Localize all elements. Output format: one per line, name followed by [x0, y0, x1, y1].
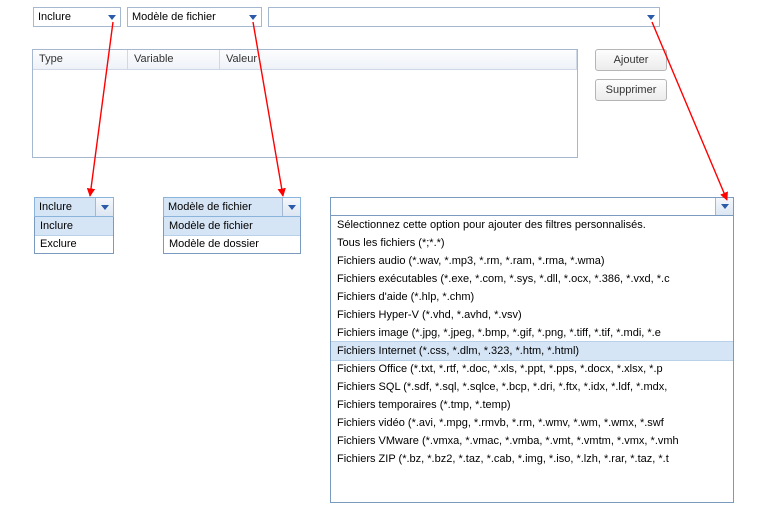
dropdown-arrow-icon [245, 8, 261, 26]
add-button[interactable]: Ajouter [595, 49, 667, 71]
filter-option[interactable]: Sélectionnez cette option pour ajouter d… [331, 216, 733, 234]
filter-option[interactable]: Fichiers VMware (*.vmxa, *.vmac, *.vmba,… [331, 432, 733, 450]
remove-button-label: Supprimer [606, 84, 657, 96]
type-dropdown-selected-label: Inclure [39, 201, 72, 213]
filter-option[interactable]: Fichiers audio (*.wav, *.mp3, *.rm, *.ra… [331, 252, 733, 270]
type-combo[interactable]: Inclure [33, 7, 121, 27]
dropdown-arrow-icon [643, 8, 659, 26]
dropdown-arrow-icon [104, 8, 120, 26]
filter-listbox-header[interactable] [331, 198, 733, 216]
filters-table[interactable]: Type Variable Valeur [32, 49, 578, 158]
filter-option[interactable]: Fichiers ZIP (*.bz, *.bz2, *.taz, *.cab,… [331, 450, 733, 468]
model-combo-value: Modèle de fichier [132, 11, 216, 23]
filter-option[interactable]: Fichiers d'aide (*.hlp, *.chm) [331, 288, 733, 306]
type-option-inclure[interactable]: Inclure [35, 216, 113, 236]
type-combo-value: Inclure [38, 11, 71, 23]
filter-listbox[interactable]: Sélectionnez cette option pour ajouter d… [330, 197, 734, 503]
dropdown-arrow-icon [715, 198, 733, 215]
model-dropdown-selected[interactable]: Modèle de fichier [163, 197, 301, 217]
type-option-exclure[interactable]: Exclure [35, 235, 113, 253]
type-dropdown-selected[interactable]: Inclure [34, 197, 114, 217]
model-option-dossier[interactable]: Modèle de dossier [164, 235, 300, 253]
model-dropdown-open[interactable]: Modèle de fichier Modèle de fichier Modè… [163, 197, 301, 254]
col-type: Type [33, 50, 128, 69]
dropdown-arrow-icon [95, 198, 113, 216]
filter-option[interactable]: Fichiers temporaires (*.tmp, *.temp) [331, 396, 733, 414]
filter-combo[interactable] [268, 7, 660, 27]
type-dropdown-open[interactable]: Inclure Inclure Exclure [34, 197, 114, 254]
remove-button[interactable]: Supprimer [595, 79, 667, 101]
model-combo[interactable]: Modèle de fichier [127, 7, 262, 27]
dropdown-arrow-icon [282, 198, 300, 216]
filter-option[interactable]: Fichiers Hyper-V (*.vhd, *.avhd, *.vsv) [331, 306, 733, 324]
table-header: Type Variable Valeur [33, 50, 577, 70]
add-button-label: Ajouter [614, 54, 649, 66]
filter-option[interactable]: Fichiers Internet (*.css, *.dlm, *.323, … [331, 341, 733, 361]
filter-listbox-body: Sélectionnez cette option pour ajouter d… [331, 216, 733, 468]
filter-option[interactable]: Fichiers image (*.jpg, *.jpeg, *.bmp, *.… [331, 324, 733, 342]
col-valeur: Valeur [220, 50, 577, 69]
filter-option[interactable]: Tous les fichiers (*;*.*) [331, 234, 733, 252]
filter-option[interactable]: Fichiers exécutables (*.exe, *.com, *.sy… [331, 270, 733, 288]
filter-option[interactable]: Fichiers SQL (*.sdf, *.sql, *.sqlce, *.b… [331, 378, 733, 396]
filter-option[interactable]: Fichiers Office (*.txt, *.rtf, *.doc, *.… [331, 360, 733, 378]
model-dropdown-selected-label: Modèle de fichier [168, 201, 252, 213]
col-variable: Variable [128, 50, 220, 69]
filter-option[interactable]: Fichiers vidéo (*.avi, *.mpg, *.rmvb, *.… [331, 414, 733, 432]
model-option-fichier[interactable]: Modèle de fichier [164, 216, 300, 236]
